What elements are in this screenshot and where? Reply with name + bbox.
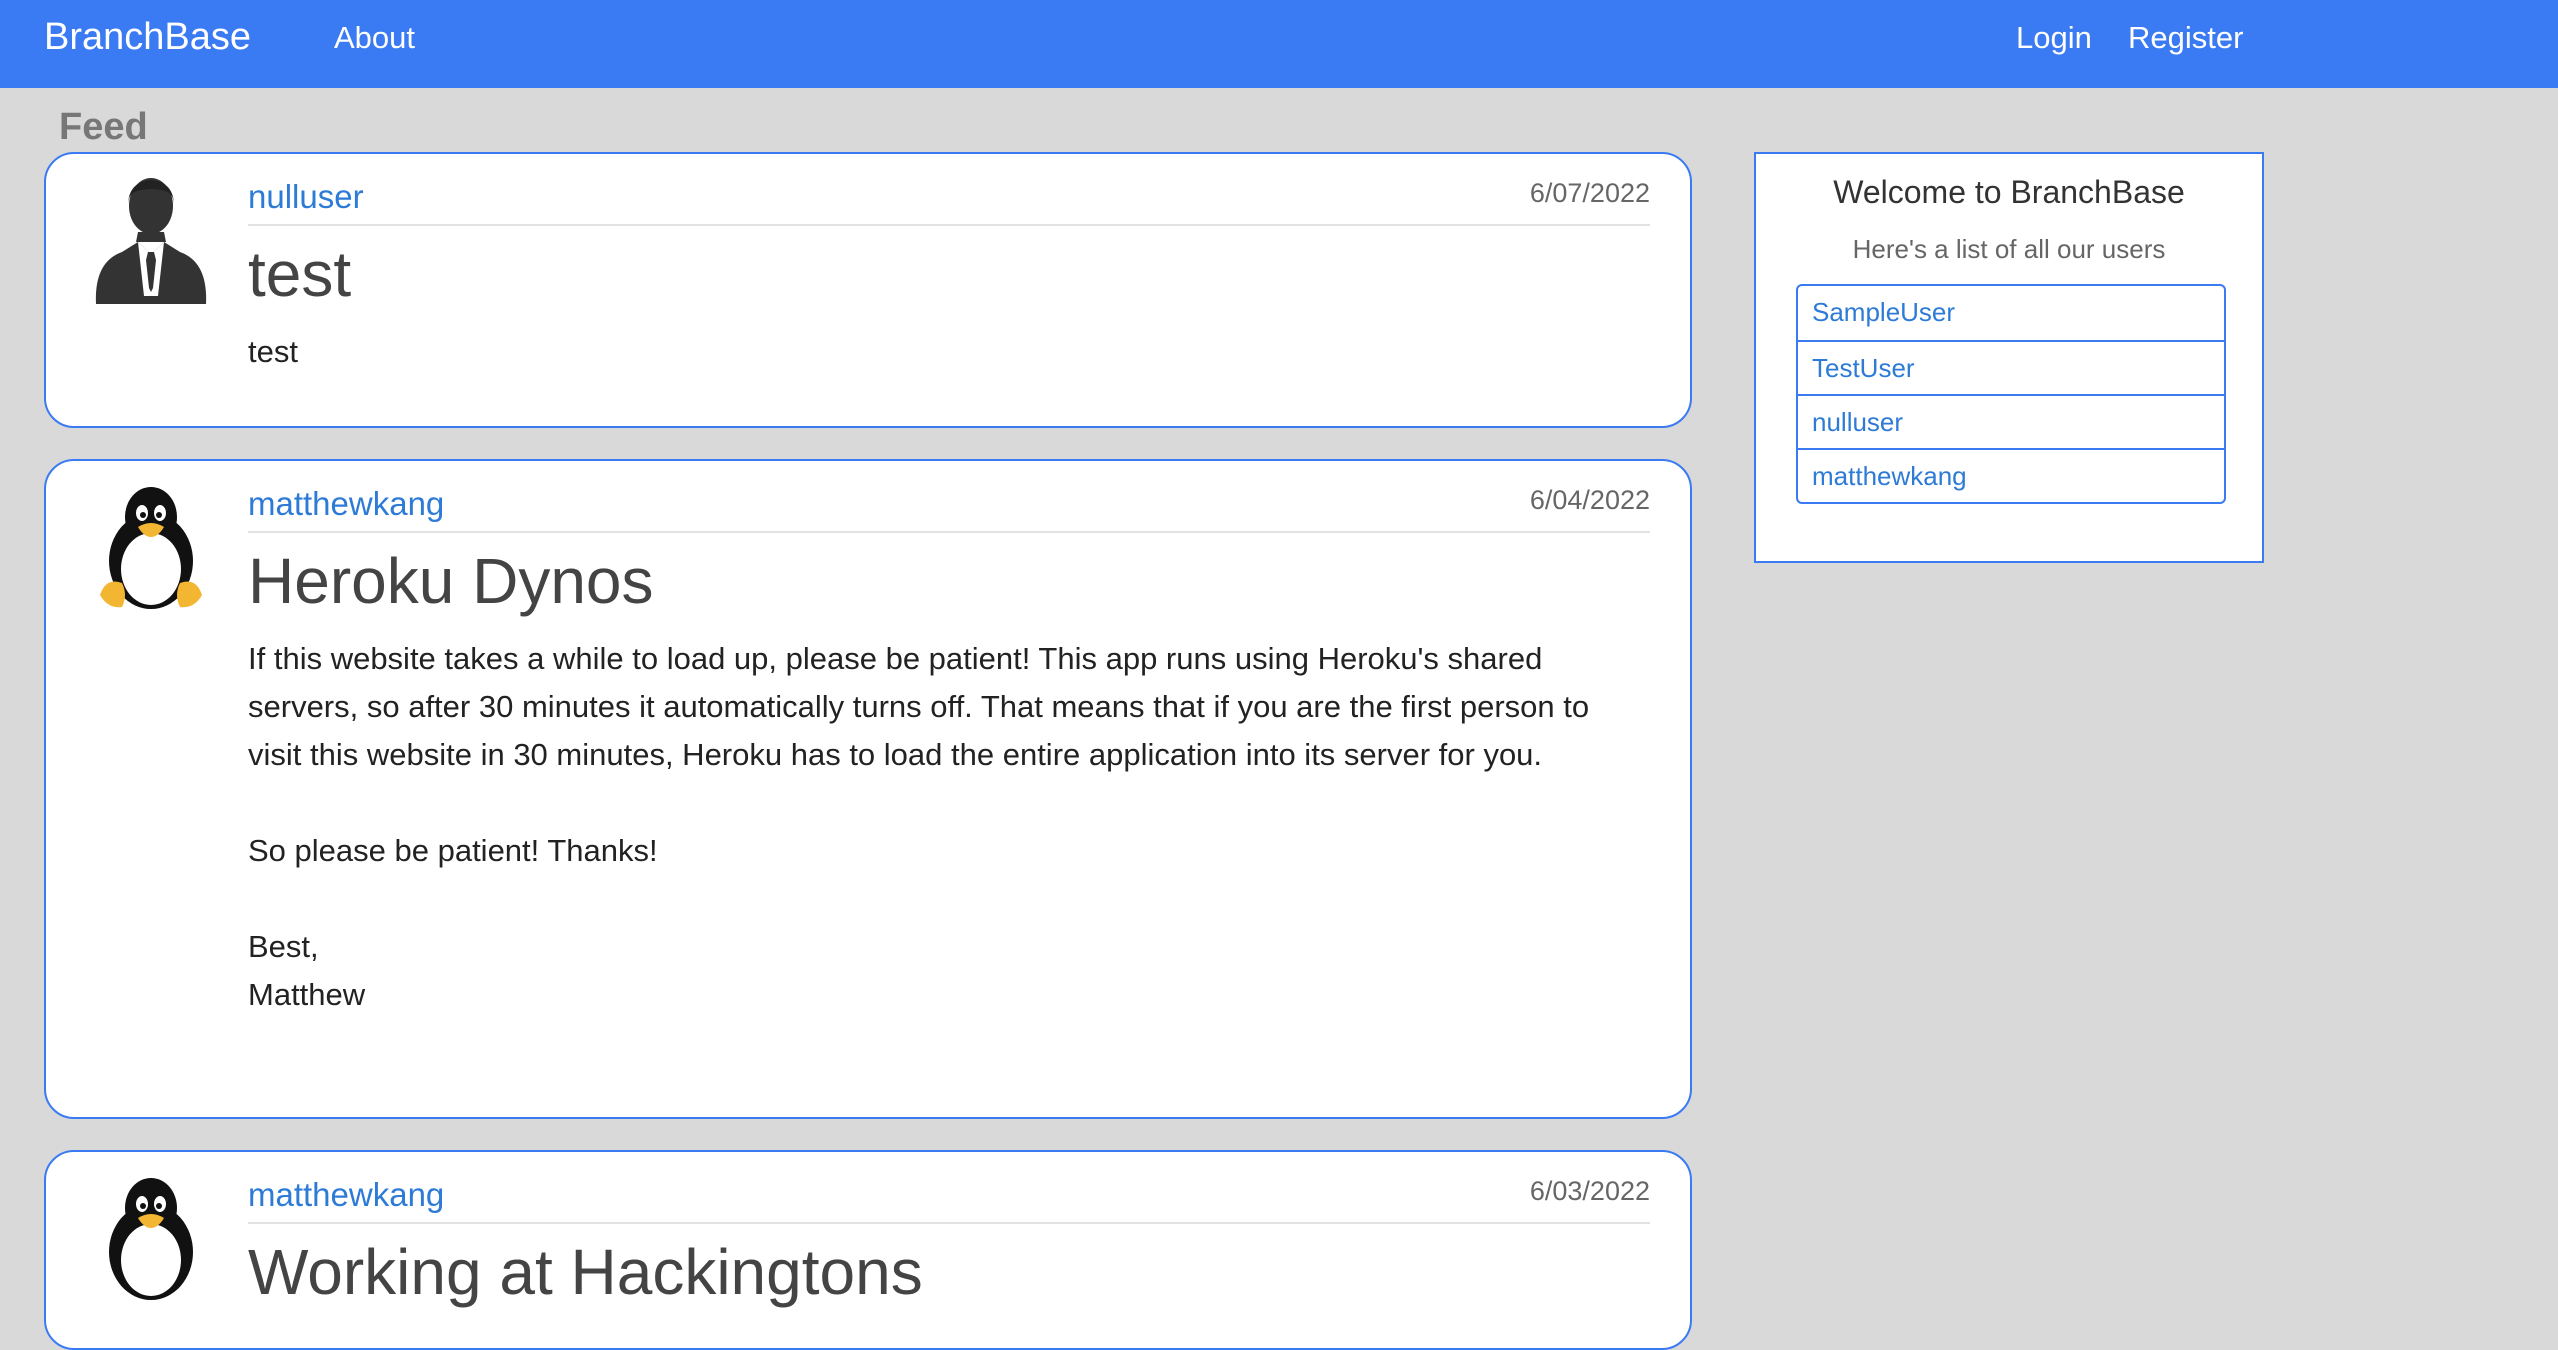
tux-penguin-icon bbox=[100, 487, 202, 609]
post-date: 6/07/2022 bbox=[1529, 178, 1650, 208]
post-author-link[interactable]: nulluser bbox=[248, 178, 364, 216]
user-link[interactable]: TestUser bbox=[1812, 353, 1915, 383]
post-card: nulluser 6/07/2022 test test bbox=[44, 152, 1692, 428]
user-list-item: nulluser bbox=[1798, 394, 2224, 448]
nav-login-link[interactable]: Login bbox=[2016, 20, 2092, 56]
user-list-item: matthewkang bbox=[1798, 448, 2224, 502]
post-author-link[interactable]: matthewkang bbox=[248, 485, 444, 523]
post-title: Heroku Dynos bbox=[248, 545, 654, 617]
post-date: 6/04/2022 bbox=[1529, 485, 1650, 515]
post-title: test bbox=[248, 238, 352, 310]
post-divider bbox=[248, 531, 1650, 533]
user-list: SampleUser TestUser nulluser matthewkang bbox=[1796, 284, 2226, 504]
post-date: 6/03/2022 bbox=[1529, 1176, 1650, 1206]
nav-about-link[interactable]: About bbox=[334, 20, 415, 56]
business-person-silhouette-icon bbox=[95, 178, 207, 304]
welcome-sidebar: Welcome to BranchBase Here's a list of a… bbox=[1754, 152, 2264, 563]
post-divider bbox=[248, 1222, 1650, 1224]
user-link[interactable]: SampleUser bbox=[1812, 297, 1955, 327]
post-body: If this website takes a while to load up… bbox=[248, 641, 1590, 1012]
post-title: Working at Hackingtons bbox=[248, 1236, 923, 1308]
post-card: matthewkang 6/03/2022 Working at Hacking… bbox=[44, 1150, 1692, 1350]
brand-logo-link[interactable]: BranchBase bbox=[44, 16, 251, 59]
post-divider bbox=[248, 224, 1650, 226]
user-link[interactable]: nulluser bbox=[1812, 407, 1903, 437]
post-body: test bbox=[248, 334, 298, 369]
sidebar-title: Welcome to BranchBase bbox=[1833, 174, 2185, 210]
post-card: matthewkang 6/04/2022 Heroku Dynos If th… bbox=[44, 459, 1692, 1119]
nav-register-link[interactable]: Register bbox=[2128, 20, 2243, 56]
top-navbar: BranchBase About Login Register bbox=[0, 0, 2558, 88]
user-link[interactable]: matthewkang bbox=[1812, 461, 1967, 491]
sidebar-subtitle: Here's a list of all our users bbox=[1852, 234, 2166, 264]
tux-penguin-icon bbox=[109, 1178, 193, 1300]
post-author-link[interactable]: matthewkang bbox=[248, 1176, 444, 1214]
user-list-item: SampleUser bbox=[1798, 286, 2224, 340]
user-list-item: TestUser bbox=[1798, 340, 2224, 394]
feed-heading: Feed bbox=[59, 106, 148, 148]
